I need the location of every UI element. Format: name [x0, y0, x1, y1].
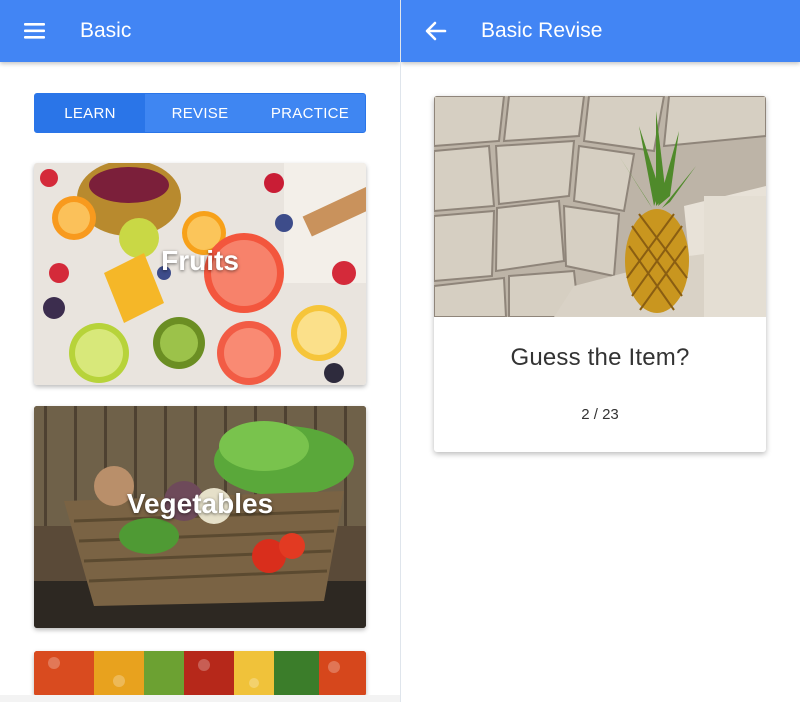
app-bar: Basic	[0, 0, 400, 62]
bottom-edge	[0, 695, 400, 702]
tab-learn[interactable]: LEARN	[35, 94, 145, 132]
category-label-fruits: Fruits	[161, 244, 239, 276]
market-produce-image	[34, 651, 366, 696]
tab-revise[interactable]: REVISE	[145, 94, 255, 132]
app-bar-revise: Basic Revise	[401, 0, 800, 62]
category-label-vegetables: Vegetables	[126, 487, 274, 519]
pineapple-image	[434, 96, 766, 317]
arrow-back-icon[interactable]	[423, 18, 449, 44]
page-title-revise: Basic Revise	[481, 19, 603, 42]
category-card-market[interactable]	[34, 651, 366, 696]
quiz-question: Guess the Item?	[510, 344, 690, 371]
tab-practice[interactable]: PRACTICE	[255, 94, 365, 132]
quiz-progress-counter: 2 / 23	[581, 406, 619, 423]
category-card-vegetables[interactable]: Vegetables	[34, 406, 366, 628]
quiz-card[interactable]: Guess the Item? 2 / 23	[434, 96, 766, 452]
hamburger-menu-icon[interactable]	[22, 18, 48, 44]
page-title: Basic	[80, 19, 132, 42]
mode-tabs: LEARN REVISE PRACTICE	[34, 93, 366, 133]
category-card-fruits[interactable]: Fruits	[34, 163, 366, 385]
left-screen: Basic LEARN REVISE PRACTICE Fruits Veget…	[0, 0, 400, 702]
